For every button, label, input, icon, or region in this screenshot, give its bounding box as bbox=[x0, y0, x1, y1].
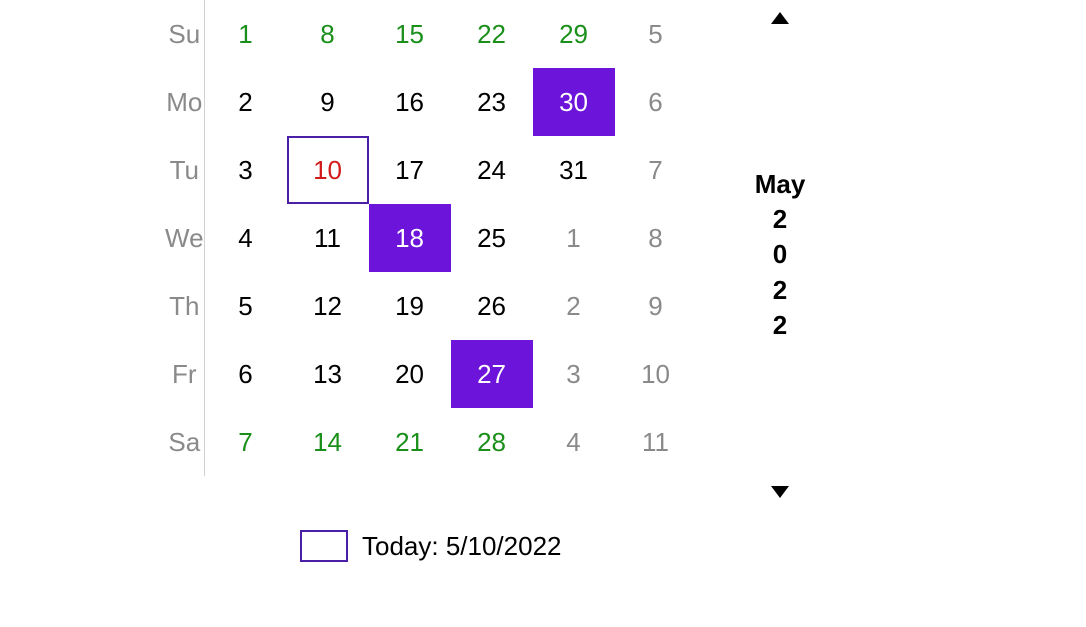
day-labels-column: SuMoTuWeThFrSa bbox=[165, 0, 205, 476]
day-cell[interactable]: 4 bbox=[205, 204, 287, 272]
day-cell[interactable]: 26 bbox=[451, 272, 533, 340]
day-grid: 1815222952916233063101724317411182518512… bbox=[205, 0, 697, 476]
prev-month-arrow-icon[interactable] bbox=[771, 12, 789, 24]
day-cell[interactable]: 1 bbox=[533, 204, 615, 272]
day-cell[interactable]: 13 bbox=[287, 340, 369, 408]
day-label: Su bbox=[165, 0, 204, 68]
day-cell[interactable]: 31 bbox=[533, 136, 615, 204]
day-cell[interactable]: 10 bbox=[287, 136, 369, 204]
day-cell[interactable]: 8 bbox=[287, 0, 369, 68]
day-cell[interactable]: 25 bbox=[451, 204, 533, 272]
day-cell[interactable]: 22 bbox=[451, 0, 533, 68]
today-label: Today: 5/10/2022 bbox=[362, 531, 562, 562]
day-cell[interactable]: 19 bbox=[369, 272, 451, 340]
day-cell[interactable]: 11 bbox=[287, 204, 369, 272]
year-label: 2022 bbox=[773, 202, 787, 342]
day-cell[interactable]: 12 bbox=[287, 272, 369, 340]
day-cell[interactable]: 5 bbox=[205, 272, 287, 340]
day-cell[interactable]: 23 bbox=[451, 68, 533, 136]
day-cell[interactable]: 7 bbox=[615, 136, 697, 204]
day-cell[interactable]: 6 bbox=[615, 68, 697, 136]
day-cell[interactable]: 8 bbox=[615, 204, 697, 272]
day-cell[interactable]: 2 bbox=[533, 272, 615, 340]
day-label: Sa bbox=[165, 408, 204, 476]
day-cell[interactable]: 29 bbox=[533, 0, 615, 68]
day-cell[interactable]: 18 bbox=[369, 204, 451, 272]
day-label: Mo bbox=[165, 68, 204, 136]
day-cell[interactable]: 14 bbox=[287, 408, 369, 476]
month-year-label[interactable]: May 2022 bbox=[755, 167, 806, 342]
day-label: Th bbox=[165, 272, 204, 340]
day-cell[interactable]: 28 bbox=[451, 408, 533, 476]
day-cell[interactable]: 4 bbox=[533, 408, 615, 476]
day-label: Fr bbox=[165, 340, 204, 408]
day-label: We bbox=[165, 204, 204, 272]
day-cell[interactable]: 21 bbox=[369, 408, 451, 476]
day-cell[interactable]: 27 bbox=[451, 340, 533, 408]
month-nav-panel: May 2022 bbox=[735, 0, 825, 510]
day-cell[interactable]: 20 bbox=[369, 340, 451, 408]
day-cell[interactable]: 1 bbox=[205, 0, 287, 68]
day-cell[interactable]: 16 bbox=[369, 68, 451, 136]
day-cell[interactable]: 5 bbox=[615, 0, 697, 68]
day-cell[interactable]: 3 bbox=[205, 136, 287, 204]
day-cell[interactable]: 24 bbox=[451, 136, 533, 204]
day-label: Tu bbox=[165, 136, 204, 204]
day-cell[interactable]: 2 bbox=[205, 68, 287, 136]
month-label: May bbox=[755, 167, 806, 202]
day-cell[interactable]: 3 bbox=[533, 340, 615, 408]
day-cell[interactable]: 30 bbox=[533, 68, 615, 136]
day-cell[interactable]: 9 bbox=[615, 272, 697, 340]
day-cell[interactable]: 7 bbox=[205, 408, 287, 476]
day-cell[interactable]: 6 bbox=[205, 340, 287, 408]
day-cell[interactable]: 9 bbox=[287, 68, 369, 136]
today-footer: Today: 5/10/2022 bbox=[300, 530, 562, 562]
day-cell[interactable]: 11 bbox=[615, 408, 697, 476]
day-cell[interactable]: 15 bbox=[369, 0, 451, 68]
next-month-arrow-icon[interactable] bbox=[771, 486, 789, 498]
day-cell[interactable]: 17 bbox=[369, 136, 451, 204]
day-cell[interactable]: 10 bbox=[615, 340, 697, 408]
today-button[interactable] bbox=[300, 530, 348, 562]
